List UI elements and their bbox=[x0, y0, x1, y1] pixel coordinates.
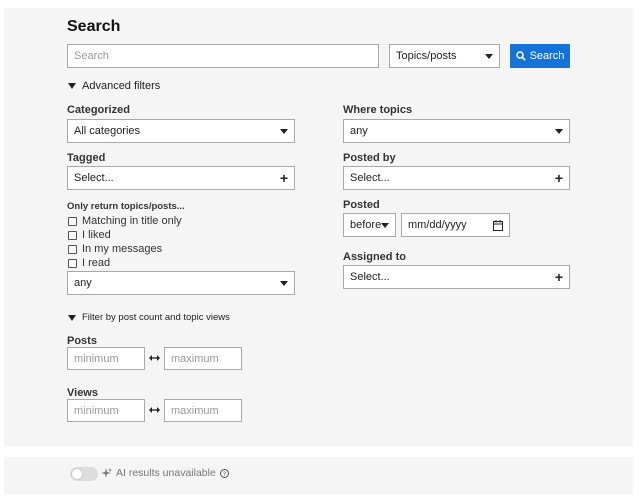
toggle-switch[interactable] bbox=[70, 467, 98, 481]
posted-date-placeholder: mm/dd/yyyy bbox=[408, 219, 467, 231]
search-button[interactable]: Search bbox=[510, 44, 570, 68]
ai-results-status: AI results unavailable ? bbox=[101, 467, 229, 479]
category-select-value: All categories bbox=[74, 125, 141, 137]
only-return-select[interactable]: any bbox=[67, 271, 295, 295]
views-max-input[interactable]: maximum bbox=[164, 399, 242, 422]
only-return-label: Only return topics/posts... bbox=[67, 201, 185, 212]
posted-date-input[interactable]: mm/dd/yyyy bbox=[401, 213, 510, 237]
views-min-input[interactable]: minimum bbox=[67, 399, 145, 422]
search-type-select[interactable]: Topics/posts bbox=[389, 44, 500, 68]
tagged-label: Tagged bbox=[67, 152, 106, 164]
tag-select-value: Select... bbox=[74, 172, 114, 184]
post-count-filter-label: Filter by post count and topic views bbox=[82, 312, 230, 323]
posted-when-value: before bbox=[350, 219, 382, 231]
category-select[interactable]: All categories bbox=[67, 119, 295, 143]
assigned-to-select[interactable]: Select... + bbox=[343, 265, 570, 289]
posted-by-value: Select... bbox=[350, 172, 390, 184]
search-button-label: Search bbox=[529, 50, 565, 62]
posts-max-placeholder: maximum bbox=[171, 352, 219, 365]
search-icon bbox=[515, 51, 526, 61]
views-min-placeholder: minimum bbox=[74, 404, 119, 417]
chevron-down-icon bbox=[485, 53, 493, 59]
checkbox[interactable] bbox=[68, 230, 77, 240]
ai-results-label: AI results unavailable bbox=[116, 467, 216, 479]
posts-max-input[interactable]: maximum bbox=[164, 347, 242, 370]
chevron-down-icon bbox=[280, 128, 288, 134]
toggle-knob bbox=[71, 468, 83, 480]
range-arrow-icon bbox=[149, 405, 160, 417]
chevron-down-icon bbox=[280, 280, 288, 286]
sparkle-icon bbox=[101, 467, 112, 478]
where-topics-label: Where topics bbox=[343, 104, 413, 116]
posts-min-input[interactable]: minimum bbox=[67, 347, 145, 370]
assigned-to-value: Select... bbox=[350, 271, 390, 283]
calendar-icon[interactable] bbox=[493, 219, 503, 231]
checkbox[interactable] bbox=[68, 216, 77, 226]
checkbox-i-liked[interactable]: I liked bbox=[68, 229, 111, 241]
where-topics-select[interactable]: any bbox=[343, 119, 570, 143]
checkbox-in-my-messages[interactable]: In my messages bbox=[68, 243, 162, 255]
posted-when-select[interactable]: before bbox=[343, 213, 396, 237]
ai-results-toggle[interactable] bbox=[70, 467, 98, 481]
search-panel bbox=[4, 8, 633, 446]
caret-down-icon bbox=[68, 83, 76, 89]
views-max-placeholder: maximum bbox=[171, 404, 219, 417]
posted-label: Posted bbox=[343, 199, 380, 211]
advanced-filters-toggle[interactable]: Advanced filters bbox=[68, 80, 160, 92]
checkbox-label: In my messages bbox=[82, 243, 163, 255]
checkbox-i-read[interactable]: I read bbox=[68, 257, 110, 269]
plus-icon: + bbox=[554, 269, 563, 285]
checkbox-label: I liked bbox=[82, 229, 111, 241]
caret-down-icon bbox=[68, 314, 76, 321]
checkbox-label: Matching in title only bbox=[82, 215, 182, 227]
assigned-to-label: Assigned to bbox=[343, 251, 406, 263]
range-arrow-icon bbox=[149, 353, 160, 365]
advanced-filters-label: Advanced filters bbox=[82, 80, 161, 92]
svg-text:?: ? bbox=[223, 470, 226, 478]
checkbox-title-only[interactable]: Matching in title only bbox=[68, 215, 182, 227]
posted-by-label: Posted by bbox=[343, 152, 396, 164]
search-type-value: Topics/posts bbox=[396, 50, 457, 62]
categorized-label: Categorized bbox=[67, 104, 130, 116]
tag-select[interactable]: Select... + bbox=[67, 166, 295, 190]
page-title: Search bbox=[67, 18, 121, 35]
views-label: Views bbox=[67, 387, 98, 399]
posts-min-placeholder: minimum bbox=[74, 352, 119, 365]
ai-results-bar bbox=[4, 457, 633, 494]
post-count-filter-toggle[interactable]: Filter by post count and topic views bbox=[68, 312, 230, 323]
chevron-down-icon bbox=[381, 222, 390, 228]
checkbox[interactable] bbox=[68, 244, 77, 254]
checkbox-label: I read bbox=[82, 257, 111, 269]
search-input-placeholder: Search bbox=[74, 50, 109, 62]
where-topics-value: any bbox=[350, 125, 368, 137]
posts-label: Posts bbox=[67, 335, 97, 347]
search-input[interactable]: Search bbox=[67, 44, 379, 68]
checkbox[interactable] bbox=[68, 258, 77, 268]
plus-icon: + bbox=[279, 170, 288, 186]
plus-icon: + bbox=[554, 170, 563, 186]
chevron-down-icon bbox=[555, 128, 563, 134]
posted-by-select[interactable]: Select... + bbox=[343, 166, 570, 190]
only-return-select-value: any bbox=[74, 277, 92, 289]
help-circle-icon[interactable]: ? bbox=[219, 468, 229, 478]
